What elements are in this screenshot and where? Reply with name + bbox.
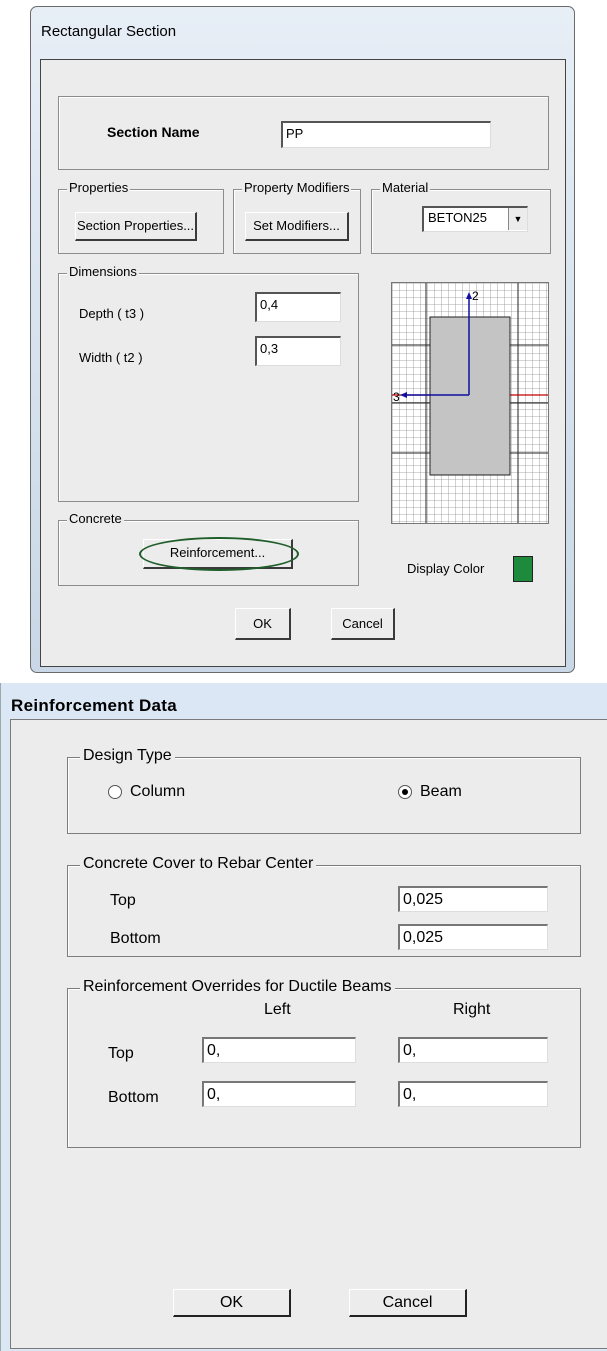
section-preview: 2 3 <box>391 282 549 524</box>
radio-selected-icon <box>398 784 412 799</box>
column-option-label: Column <box>130 783 186 800</box>
design-type-group-label: Design Type <box>80 747 175 765</box>
override-bottom-label: Bottom <box>108 1089 159 1106</box>
overrides-group-label: Reinforcement Overrides for Ductile Beam… <box>80 978 395 996</box>
dimensions-group: Dimensions Depth ( t3 ) 0,4 Width ( t2 )… <box>58 264 359 502</box>
rectangular-section-window: Rectangular Section Section Name PP Prop… <box>30 6 575 673</box>
section-name-field[interactable]: PP <box>281 121 491 148</box>
section-name-panel: Section Name PP <box>58 96 549 170</box>
depth-label: Depth ( t3 ) <box>79 306 145 321</box>
left-column-header: Left <box>264 1001 291 1018</box>
property-modifiers-group-label: Property Modifiers <box>242 180 352 195</box>
property-modifiers-group: Property Modifiers Set Modifiers... <box>233 180 361 254</box>
cover-group-label: Concrete Cover to Rebar Center <box>80 855 317 873</box>
overrides-group: Reinforcement Overrides for Ductile Beam… <box>67 978 581 1148</box>
cover-group: Concrete Cover to Rebar Center Top 0,025… <box>67 855 581 957</box>
dimensions-group-label: Dimensions <box>67 264 139 279</box>
column-radio[interactable]: Column <box>108 783 185 801</box>
display-color-swatch[interactable] <box>513 556 533 582</box>
cancel-button[interactable]: Cancel <box>331 608 395 640</box>
material-value: BETON25 <box>428 210 488 225</box>
reinforcement-button[interactable]: Reinforcement... <box>143 539 293 569</box>
properties-group-label: Properties <box>67 180 131 195</box>
section-name-label: Section Name <box>107 124 200 140</box>
dropdown-arrow-icon[interactable]: ▼ <box>508 208 527 230</box>
beam-option-label: Beam <box>420 783 462 800</box>
concrete-group-label: Concrete <box>67 511 124 526</box>
cover-bottom-field[interactable]: 0,025 <box>398 924 548 950</box>
override-top-left-field[interactable]: 0, <box>202 1037 356 1063</box>
cover-bottom-label: Bottom <box>110 930 161 947</box>
width-label: Width ( t2 ) <box>79 350 143 365</box>
window-title: Rectangular Section <box>41 23 177 40</box>
cover-top-field[interactable]: 0,025 <box>398 886 548 912</box>
depth-field[interactable]: 0,4 <box>255 292 341 322</box>
right-column-header: Right <box>453 1001 491 1018</box>
dialog-client-area: Section Name PP Properties Section Prope… <box>40 59 566 667</box>
axis3-label: 3 <box>393 390 400 404</box>
section-preview-drawing: 2 3 <box>392 283 548 523</box>
set-modifiers-button[interactable]: Set Modifiers... <box>245 212 349 241</box>
width-field[interactable]: 0,3 <box>255 336 341 366</box>
material-group: Material BETON25 ▼ <box>371 180 551 254</box>
concrete-group: Concrete Reinforcement... <box>58 511 359 586</box>
properties-group: Properties Section Properties... <box>58 180 224 254</box>
window-title: Reinforcement Data <box>11 696 177 715</box>
ok-button[interactable]: OK <box>235 608 291 640</box>
design-type-group: Design Type Column Beam <box>67 747 581 834</box>
axis2-label: 2 <box>472 289 479 303</box>
dialog-client-area: Design Type Column Beam Concrete Cover t… <box>10 719 607 1349</box>
reinforcement-data-window: Reinforcement Data Design Type Column Be… <box>0 683 607 1351</box>
cover-top-label: Top <box>110 892 136 909</box>
material-group-label: Material <box>380 180 431 195</box>
radio-icon <box>108 784 122 799</box>
cancel-button[interactable]: Cancel <box>349 1289 467 1317</box>
beam-radio[interactable]: Beam <box>398 783 462 801</box>
section-properties-button[interactable]: Section Properties... <box>75 212 197 241</box>
material-select[interactable]: BETON25 ▼ <box>422 206 528 232</box>
section-rectangle <box>429 316 511 476</box>
override-top-right-field[interactable]: 0, <box>398 1037 548 1063</box>
override-bottom-right-field[interactable]: 0, <box>398 1081 548 1107</box>
override-top-label: Top <box>108 1045 134 1062</box>
ok-button[interactable]: OK <box>173 1289 291 1317</box>
override-bottom-left-field[interactable]: 0, <box>202 1081 356 1107</box>
display-color-label: Display Color <box>407 561 485 576</box>
